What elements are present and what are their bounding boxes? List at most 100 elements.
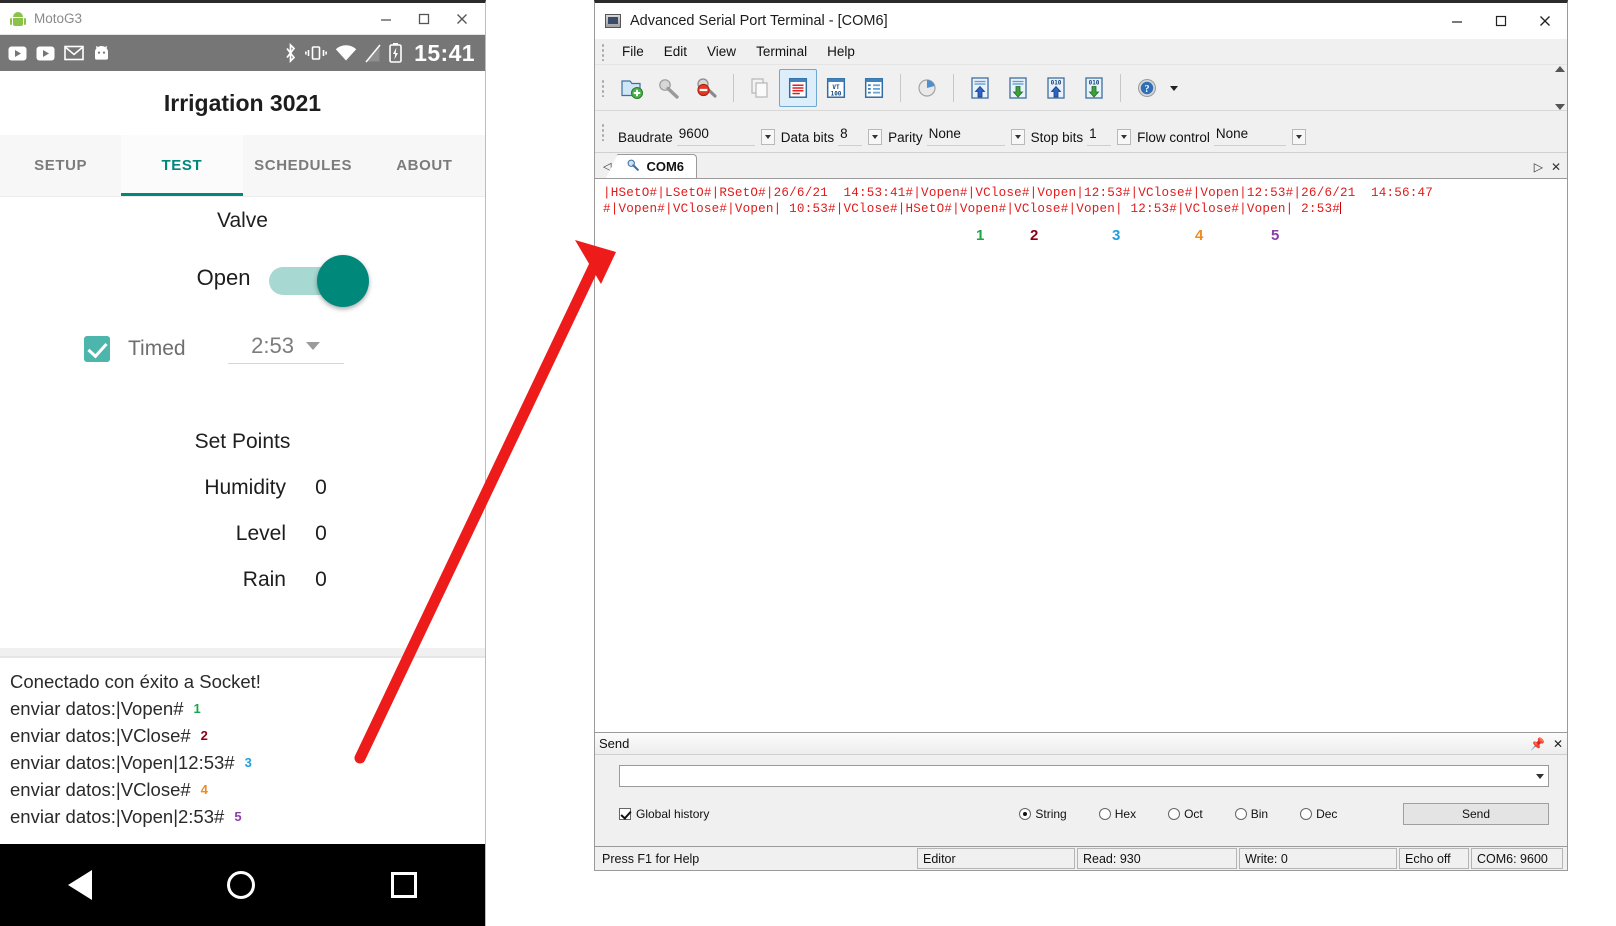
tabstrip-close-icon[interactable]: ✕ xyxy=(1551,160,1561,174)
format-radio-hex[interactable]: Hex xyxy=(1098,807,1136,821)
format-label-oct: Oct xyxy=(1184,807,1203,821)
stopbits-dropdown-arrow[interactable] xyxy=(1117,129,1132,145)
send-binary-up-icon[interactable]: 010 xyxy=(1037,69,1075,107)
log-line-text: enviar datos:|Vopen|2:53# xyxy=(10,806,225,827)
youtube-icon xyxy=(36,46,55,61)
terminal-maximize-button[interactable] xyxy=(1479,4,1523,38)
log-line: enviar datos:|Vopen# 1 xyxy=(10,695,485,722)
no-sim-icon xyxy=(365,44,381,63)
terminal-statusbar: Press F1 for Help Editor Read: 930 Write… xyxy=(595,846,1567,870)
tabstrip-controls: ▷ ✕ xyxy=(1534,160,1567,178)
copy-icon[interactable] xyxy=(741,69,779,107)
tabstrip-scroll-right-icon[interactable]: ▷ xyxy=(1534,160,1543,174)
setpoint-label-rain: Rain xyxy=(242,568,286,591)
menu-edit[interactable]: Edit xyxy=(654,42,697,61)
flowcontrol-dropdown-arrow[interactable] xyxy=(1291,129,1306,145)
vt100-view-icon[interactable]: VT 100 xyxy=(817,69,855,107)
databits-value[interactable]: 8 xyxy=(838,126,863,146)
globe-icon[interactable] xyxy=(908,69,946,107)
android-navigation-bar xyxy=(0,844,485,926)
toolbar-more-icon[interactable] xyxy=(1166,82,1182,94)
timed-duration-dropdown[interactable]: 2:53 xyxy=(227,333,344,364)
setpoint-label-level: Level xyxy=(235,522,286,545)
global-history-checkbox[interactable]: Global history xyxy=(619,807,709,821)
new-connection-icon[interactable] xyxy=(612,69,650,107)
help-icon[interactable]: ? xyxy=(1128,69,1166,107)
baudrate-dropdown-arrow[interactable] xyxy=(760,129,775,145)
toolbar-separator xyxy=(900,73,901,102)
toolbar-separator xyxy=(1120,73,1121,102)
tab-setup[interactable]: SETUP xyxy=(0,135,122,196)
annotation-marker-5: 5 xyxy=(1271,227,1280,244)
toolbar-overflow-scroll[interactable] xyxy=(1553,65,1567,111)
setpoint-value-rain: 0 xyxy=(315,568,327,591)
format-radio-group: String Hex Oct Bin Dec xyxy=(1019,807,1337,821)
phone-close-button[interactable] xyxy=(443,4,481,34)
terminal-view-icon[interactable] xyxy=(779,68,817,107)
svg-text:100: 100 xyxy=(831,90,842,97)
format-radio-dec[interactable]: Dec xyxy=(1300,807,1337,821)
back-triangle-icon[interactable] xyxy=(67,870,92,900)
recents-square-icon[interactable] xyxy=(391,872,418,898)
terminal-close-button[interactable] xyxy=(1523,4,1567,38)
flowcontrol-label: Flow control xyxy=(1137,130,1210,145)
toolbar-grip-icon[interactable] xyxy=(601,78,606,97)
receive-file-down-icon[interactable] xyxy=(999,69,1037,107)
menu-terminal[interactable]: Terminal xyxy=(746,42,817,61)
svg-text:010: 010 xyxy=(1089,79,1100,86)
radio-dot xyxy=(1098,808,1111,820)
baudrate-value[interactable]: 9600 xyxy=(676,126,755,146)
setpoint-label-humidity: Humidity xyxy=(204,476,286,499)
phone-maximize-button[interactable] xyxy=(405,4,443,34)
send-text-input[interactable] xyxy=(619,765,1549,787)
menu-view[interactable]: View xyxy=(697,42,746,61)
log-line-marker: 3 xyxy=(244,755,252,770)
baudrate-label: Baudrate xyxy=(618,130,673,145)
format-radio-oct[interactable]: Oct xyxy=(1168,807,1203,821)
terminal-app-icon xyxy=(605,14,621,28)
stopbits-value[interactable]: 1 xyxy=(1087,126,1112,146)
menu-help[interactable]: Help xyxy=(817,42,865,61)
tab-about[interactable]: ABOUT xyxy=(363,135,485,196)
log-line-text: enviar datos:|VClose# xyxy=(10,779,191,800)
tab-schedules[interactable]: SCHEDULES xyxy=(242,135,364,196)
terminal-output-view[interactable]: |HSetO#|LSetO#|RSetO#|26/6/21 14:53:41#|… xyxy=(595,179,1567,732)
send-panel-title: Send xyxy=(599,736,630,751)
disconnect-icon[interactable] xyxy=(688,69,726,107)
phone-minimize-button[interactable] xyxy=(367,4,405,34)
send-file-up-icon[interactable] xyxy=(961,69,999,107)
pin-icon[interactable]: 📌 xyxy=(1530,737,1545,751)
send-panel-close-icon[interactable]: ✕ xyxy=(1553,737,1563,751)
gmail-icon xyxy=(64,45,84,61)
connect-icon[interactable] xyxy=(650,69,688,107)
terminal-minimize-button[interactable] xyxy=(1435,4,1479,38)
receive-binary-down-icon[interactable]: 010 xyxy=(1075,69,1113,107)
baudrate-group: Baudrate 9600 xyxy=(612,111,775,152)
valve-open-label: Open xyxy=(196,265,251,290)
android-emulator-window: MotoG3 15:41 Irrigation 3021 SETUP TEST … xyxy=(0,0,486,926)
status-port: COM6: 9600 xyxy=(1471,848,1563,869)
stopbits-group: Stop bits 1 xyxy=(1025,111,1132,152)
table-view-icon[interactable] xyxy=(855,69,893,107)
doc-tab-com6[interactable]: COM6 xyxy=(606,154,698,178)
menu-file[interactable]: File xyxy=(612,42,654,61)
format-label-dec: Dec xyxy=(1316,807,1338,821)
menubar-grip-icon[interactable] xyxy=(601,42,606,61)
format-radio-string[interactable]: String xyxy=(1019,807,1067,821)
tab-test[interactable]: TEST xyxy=(121,135,243,196)
home-circle-icon[interactable] xyxy=(227,871,256,899)
databits-dropdown-arrow[interactable] xyxy=(868,129,883,145)
flowcontrol-value[interactable]: None xyxy=(1213,126,1286,146)
format-radio-bin[interactable]: Bin xyxy=(1234,807,1269,821)
log-divider xyxy=(0,648,485,656)
valve-open-toggle[interactable] xyxy=(268,255,369,307)
document-tabstrip: ◁ COM6 ▷ ✕ xyxy=(595,153,1567,179)
send-panel: Send 📌 ✕ Global history String Hex Oct B… xyxy=(595,732,1567,846)
send-history-dropdown-icon[interactable] xyxy=(1532,766,1548,786)
send-button[interactable]: Send xyxy=(1403,803,1549,825)
format-label-bin: Bin xyxy=(1250,807,1269,821)
parity-dropdown-arrow[interactable] xyxy=(1010,129,1025,145)
settings-grip-icon[interactable] xyxy=(601,122,606,141)
timed-checkbox[interactable] xyxy=(84,335,110,362)
parity-value[interactable]: None xyxy=(926,126,1005,146)
